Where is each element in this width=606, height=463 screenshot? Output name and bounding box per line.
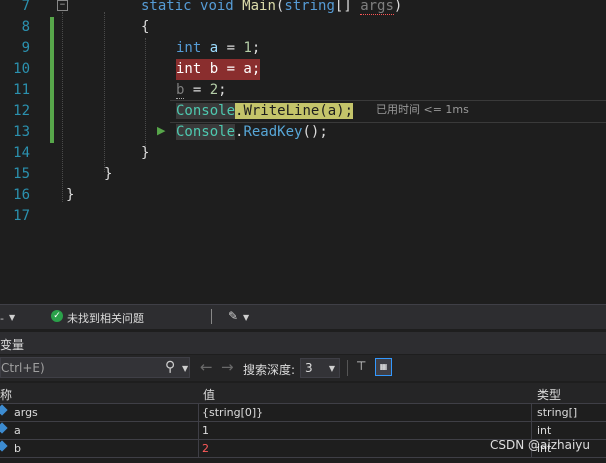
number-literal: 1 [243, 40, 252, 56]
line-number: 15 [13, 166, 30, 182]
table-row[interactable]: args {string[0]} string[] [0, 404, 606, 422]
column-divider [198, 440, 199, 457]
column-header-type[interactable]: 类型 [537, 386, 561, 403]
code-line-11[interactable]: b = 2; [176, 80, 227, 101]
line-number: 12 [13, 103, 30, 119]
grid-header: 称 值 类型 [0, 383, 606, 404]
row-value: {string[0]} [202, 406, 264, 419]
divider [347, 360, 348, 376]
indent-guide [62, 12, 63, 202]
issues-message[interactable]: 未找到相关问题 [67, 310, 144, 326]
search-icon[interactable]: ⚲ [165, 359, 175, 375]
locals-panel-header: 变量 [0, 332, 606, 354]
code-line-9[interactable]: int a = 1; [176, 38, 260, 59]
variable-icon [0, 422, 8, 434]
code-line-7[interactable]: static void Main(string[] args) [141, 0, 402, 17]
row-name: args [14, 406, 38, 419]
chevron-down-icon[interactable]: ▼ [9, 313, 15, 322]
code-line-16[interactable]: } [66, 185, 74, 206]
line-number: 10 [13, 61, 30, 77]
line-number: 17 [13, 208, 30, 224]
punctuation: ) [393, 0, 403, 14]
column-header-name[interactable]: 称 [0, 386, 12, 403]
variable-name: a [209, 40, 219, 56]
operator: = [184, 82, 210, 98]
indent-guide [104, 12, 105, 172]
chevron-down-icon[interactable]: ▼ [243, 313, 249, 322]
row-type: string[] [537, 406, 578, 419]
keyword: static [141, 0, 192, 14]
variable-icon [0, 404, 8, 416]
class-name: Console [176, 103, 236, 119]
line-number: 8 [21, 19, 30, 35]
search-input[interactable]: Ctrl+E) ⚲ ▼ [0, 357, 190, 378]
method-name: ReadKey [243, 124, 303, 140]
line-number: 14 [13, 145, 30, 161]
brush-icon[interactable]: ✎ [228, 309, 238, 323]
line-number: 7 [21, 0, 30, 14]
parameter-name: args [360, 0, 394, 15]
next-statement-arrow-icon[interactable]: ▶ [157, 125, 165, 137]
line-number: 13 [13, 124, 30, 140]
row-value: 1 [202, 424, 209, 437]
code-line-10-breakpoint[interactable]: int b = a; [176, 59, 261, 80]
panel-title[interactable]: 变量 [0, 336, 24, 353]
back-arrow-icon[interactable]: ← [200, 358, 213, 376]
pin-icon[interactable]: ⊤ [356, 359, 366, 373]
class-name: Console [176, 124, 236, 140]
line-number: 11 [13, 82, 30, 98]
collapse-icon[interactable]: − [57, 0, 68, 11]
punctuation: ; [251, 40, 261, 56]
column-divider [531, 422, 532, 439]
method-name: Main [242, 0, 276, 14]
operator: = [218, 40, 244, 56]
column-divider [531, 404, 532, 421]
current-statement: .WriteLine(a); [235, 103, 354, 119]
indent-guide [145, 38, 146, 150]
row-name: a [14, 424, 21, 437]
code-line-14[interactable]: } [141, 143, 149, 164]
keyword: int [176, 40, 202, 56]
search-depth-value: 3 [305, 361, 313, 375]
code-line-12-current[interactable]: Console.WriteLine(a); [176, 101, 354, 122]
keyword: void [200, 0, 234, 14]
variable-icon [0, 440, 8, 452]
code-line-8[interactable]: { [141, 17, 149, 38]
hex-display-icon[interactable]: ▦ [375, 358, 392, 376]
divider [211, 309, 212, 324]
perf-tip[interactable]: 已用时间 <= 1ms [376, 103, 469, 117]
column-divider [198, 404, 199, 421]
row-name: b [14, 442, 21, 455]
issues-status-bar: - ▼ ✓ 未找到相关问题 ✎ ▼ [0, 304, 606, 329]
line-number: 9 [21, 40, 30, 56]
forward-arrow-icon[interactable]: → [221, 358, 234, 376]
code-line-15[interactable]: } [104, 164, 112, 185]
search-depth-label: 搜索深度: [243, 363, 296, 377]
punctuation: [] [334, 0, 361, 14]
punctuation: (); [302, 124, 328, 140]
row-value-changed: 2 [202, 442, 209, 455]
row-type: int [537, 424, 552, 437]
line-number: 16 [13, 187, 30, 203]
change-indicator-bar [50, 17, 54, 143]
keyword: string [284, 0, 335, 14]
locals-toolbar: Ctrl+E) ⚲ ▼ ← → 搜索深度: 3 ▼ ⊤ ▦ [0, 355, 606, 381]
search-placeholder: Ctrl+E) [1, 361, 45, 375]
search-depth-select[interactable]: 3 ▼ [300, 358, 340, 378]
column-divider [198, 422, 199, 439]
chevron-down-icon: ▼ [328, 364, 335, 373]
number-literal: 2 [209, 82, 219, 98]
code-line-13[interactable]: Console.ReadKey(); [176, 122, 328, 143]
watermark: CSDN @aizhaiyu [490, 438, 591, 452]
zoom-dropdown[interactable]: - [0, 312, 4, 325]
code-editor[interactable]: 7 8 9 10 11 12 13 14 15 16 17 − static v… [0, 0, 606, 304]
column-header-value[interactable]: 值 [203, 386, 215, 403]
chevron-down-icon[interactable]: ▼ [182, 364, 188, 373]
check-circle-icon: ✓ [51, 310, 63, 322]
punctuation: ; [218, 82, 227, 98]
